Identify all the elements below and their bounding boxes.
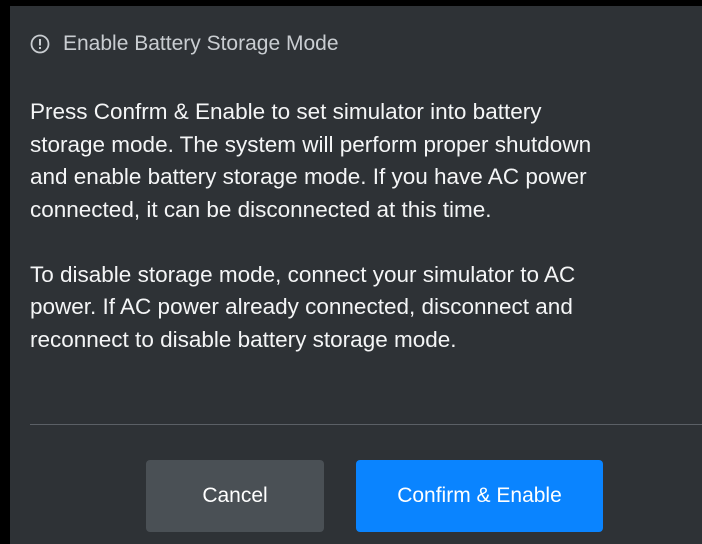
body-line: reconnect to disable battery storage mod… [30, 326, 457, 352]
dialog-body: Press Confrm & Enable to set simulator i… [30, 96, 702, 356]
cancel-button[interactable]: Cancel [146, 460, 324, 532]
body-line: and enable battery storage mode. If you … [30, 164, 587, 189]
disable-instructions-paragraph: To disable storage mode, connect your si… [30, 259, 702, 357]
dialog-title: Enable Battery Storage Mode [63, 32, 339, 55]
battery-storage-dialog: Enable Battery Storage Mode Press Confrm… [10, 6, 702, 544]
body-line: storage mode. The system will perform pr… [30, 131, 592, 157]
dialog-divider [30, 424, 702, 425]
shutdown-instructions-paragraph: Press Confrm & Enable to set simulator i… [30, 96, 702, 226]
dialog-header: Enable Battery Storage Mode [30, 30, 339, 58]
confirm-enable-button[interactable]: Confirm & Enable [356, 460, 603, 532]
body-line: Press Confrm & Enable to set simulator i… [30, 99, 542, 124]
alert-circle-icon [30, 34, 50, 54]
body-line: To disable storage mode, connect your si… [30, 261, 576, 287]
body-line: power. If AC power already connected, di… [30, 294, 573, 319]
body-line: connected, it can be disconnected at thi… [30, 196, 492, 222]
